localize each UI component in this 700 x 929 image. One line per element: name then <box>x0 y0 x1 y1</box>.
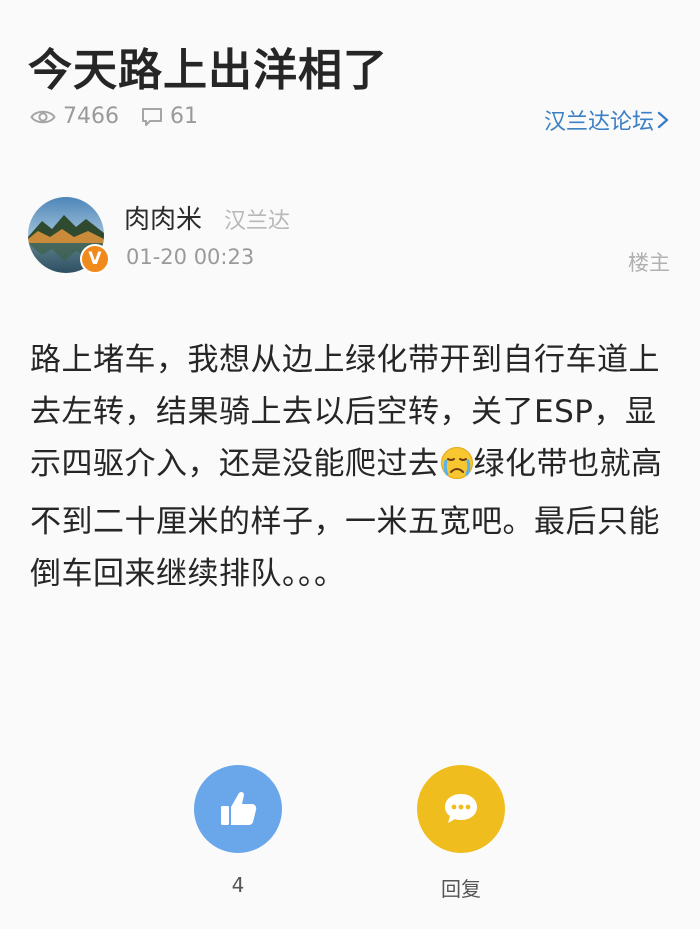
thumbs-up-icon <box>221 791 257 825</box>
chat-bubble-icon <box>445 794 477 823</box>
post-time: 01-20 00:23 <box>126 245 255 269</box>
reply-action: 回复 <box>416 765 506 902</box>
post-body: 路上堵车，我想从边上绿化带开到自行车道上去左转，结果骑上去以后空转，关了ESP，… <box>30 334 670 600</box>
author-tag: 汉兰达 <box>224 209 291 234</box>
reply-button[interactable] <box>417 765 505 853</box>
reply-label: 回复 <box>441 877 481 901</box>
eye-icon <box>30 110 56 123</box>
comment-count: 61 <box>141 104 198 129</box>
view-count: 7466 <box>30 104 119 129</box>
floor-label: 楼主 <box>628 251 670 275</box>
comment-count-value: 61 <box>170 104 198 129</box>
like-count: 4 <box>231 873 245 897</box>
like-button[interactable] <box>194 765 282 853</box>
like-action: 4 <box>193 765 283 897</box>
view-count-value: 7466 <box>63 104 119 129</box>
comment-icon <box>142 107 162 126</box>
verified-badge: V <box>80 244 110 274</box>
post-stats: 7466 61 <box>30 104 198 129</box>
author-name[interactable]: 肉肉米 <box>124 199 202 236</box>
post-page: 今天路上出洋相了 7466 61 汉兰达论坛 V 肉肉米 汉兰达 01-20 0… <box>0 0 700 929</box>
post-title: 今天路上出洋相了 <box>28 45 388 96</box>
forum-link[interactable]: 汉兰达论坛 <box>544 104 670 136</box>
post-content: 路上堵车，我想从边上绿化带开到自行车道上去左转，结果骑上去以后空转，关了ESP，… <box>30 334 670 600</box>
forum-name: 汉兰达论坛 <box>543 110 654 135</box>
chevron-right-icon <box>657 111 669 129</box>
crying-face-emoji-icon <box>440 444 474 496</box>
